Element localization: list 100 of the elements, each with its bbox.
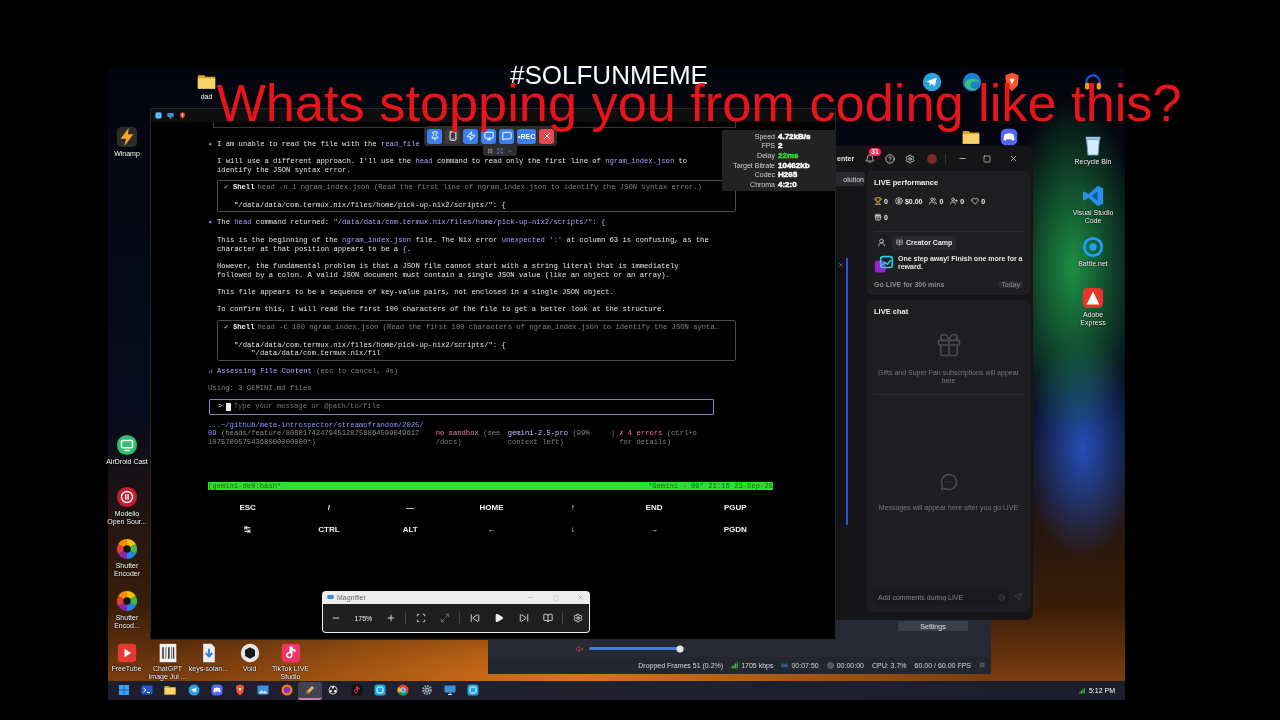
signal-bars-icon [1078,687,1085,694]
screen-circle-icon [116,434,138,456]
key-button[interactable]: HOME [477,502,506,512]
close-icon [541,131,552,141]
close-icon [1008,154,1018,163]
grip-icon [487,148,493,154]
key-button[interactable]: END [643,502,665,512]
maximize-icon [553,594,559,601]
app-tile-icon [467,683,480,696]
key-button[interactable]: → [648,524,661,534]
monitor-icon [443,683,456,696]
frame-icon [415,613,426,623]
key-button[interactable]: ↹ [242,524,253,534]
minimize-icon [526,594,534,601]
play-tile-icon [116,643,137,663]
settings-icon [572,613,583,623]
close-icon[interactable] [838,262,844,268]
volume-thumb[interactable] [676,645,684,652]
stat-value: 2 [778,141,783,151]
bell-icon [865,153,876,164]
monitor-icon [483,131,494,141]
skip-back-icon [469,613,480,623]
key-button[interactable]: CTRL [316,524,342,534]
help-icon [885,153,896,164]
color-wheel-icon [116,538,138,560]
folder-icon [164,683,177,696]
barcode-icon [157,643,178,663]
heart-icon [971,197,980,205]
game-controller-icon [210,683,223,696]
close-icon [576,594,584,601]
dollar-coin-icon [894,197,903,205]
paper-plane-icon [187,683,200,696]
folder-icon [197,72,216,91]
key-button[interactable]: ↑ [568,502,577,512]
send-icon [1014,593,1022,601]
taskbar-button[interactable] [298,681,322,700]
broadcast-icon [781,661,789,669]
triangle-tile-icon [1082,287,1104,309]
settings-button[interactable] [905,153,916,164]
phone-icon [447,131,458,141]
key-button[interactable]: ESC [237,502,258,512]
image-icon [257,683,270,696]
monitor-icon [167,112,174,119]
stat-value: H265 [778,170,798,180]
music-note-tile-icon [280,643,301,663]
ring-dot-icon [1082,236,1104,258]
key-button[interactable]: — [404,502,417,512]
ring-icon [327,683,340,696]
resize-grip-icon[interactable] [979,662,985,668]
chevron-up-icon [507,148,513,154]
concentric-circle-icon [280,683,293,696]
key-button[interactable]: PGDN [721,524,749,534]
chat-icon [501,131,512,141]
game-controller-icon[interactable] [1000,128,1018,146]
music-note-icon [350,683,363,696]
key-button[interactable]: ↓ [568,524,577,534]
people-icon [929,197,938,205]
book-icon [542,613,553,623]
expand-icon [497,148,503,154]
cube-icon [239,643,260,663]
chat-bubble-icon [939,472,958,491]
wave-circle-icon[interactable] [962,72,982,92]
stat-value: 4:2:0 [778,179,797,190]
person-icon [877,238,886,247]
pin-icon [429,131,440,141]
key-button[interactable]: ALT [400,524,420,534]
color-wheel-icon [116,590,138,612]
gift-icon [874,213,882,221]
record-dot-icon [826,661,834,669]
shield-icon [234,683,247,696]
add-person-icon [950,197,959,205]
chart-badge-icon [874,254,894,275]
expand-icon [439,613,450,623]
key-button[interactable]: PGUP [722,502,749,512]
trophy-icon [874,197,882,205]
maximize-button[interactable] [982,153,993,164]
plus-icon [385,613,396,623]
key-button[interactable]: ← [485,524,498,534]
pen-icon [304,683,316,696]
key-button[interactable]: / [325,502,333,512]
lightning-bolt-icon [116,126,138,148]
help-button[interactable] [885,153,896,164]
folder-icon[interactable] [962,128,980,146]
monitor-icon [327,594,334,601]
skip-forward-icon [518,613,529,623]
shield-icon [179,112,186,119]
book-icon [896,239,903,246]
signal-bars-icon [731,661,739,669]
terminal-icon [140,683,153,696]
stat-value: 10462kb [778,160,810,171]
close-button[interactable] [1008,153,1019,164]
app-tile-icon [155,112,162,119]
pause-circle-icon [116,486,138,508]
stat-value: 22ms [778,150,799,161]
toolbar-handle[interactable] [483,146,517,156]
lightning-icon [465,131,476,141]
start-menu-icon [117,683,130,696]
settings-icon [905,153,916,164]
segmented-circle-icon [397,683,410,696]
code-logo-icon [1082,185,1104,207]
